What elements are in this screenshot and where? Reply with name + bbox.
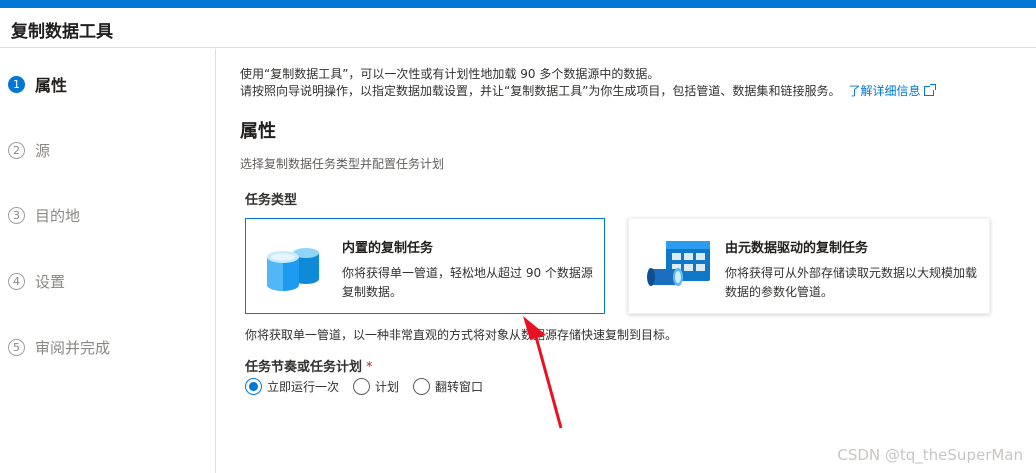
red-annotation-arrow: [523, 316, 563, 429]
watermark: CSDN @tq_theSuperMan: [837, 446, 1023, 464]
